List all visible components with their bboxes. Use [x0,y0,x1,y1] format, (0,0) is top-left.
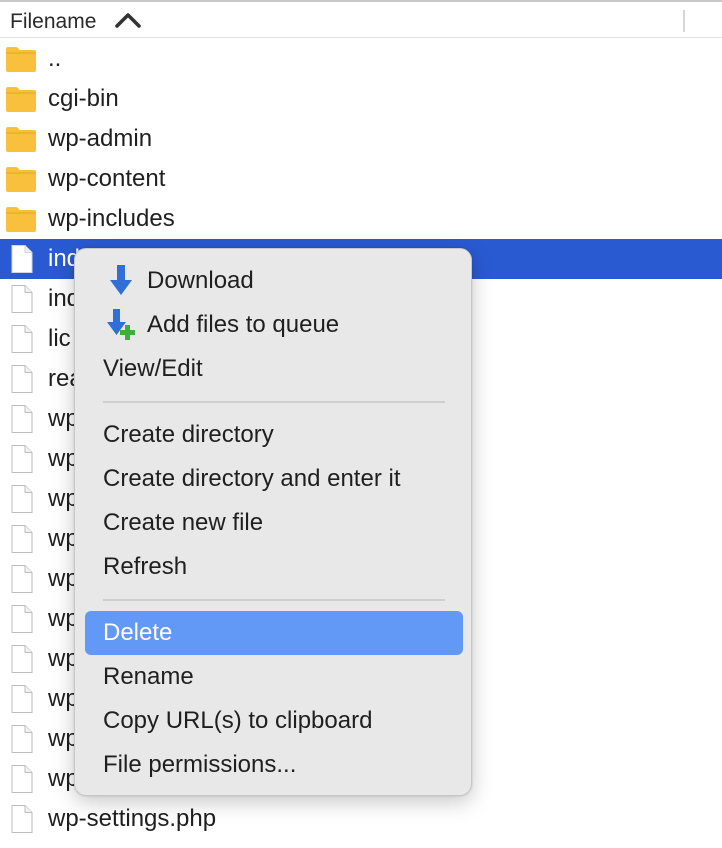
file-icon [11,765,33,793]
menu-item-create-directory-enter[interactable]: Create directory and enter it [85,457,463,501]
file-icon [11,605,33,633]
menu-item-label: Add files to queue [147,311,340,338]
menu-item-download[interactable]: Download [85,259,463,303]
file-icon [11,725,33,753]
folder-icon [6,207,36,232]
list-item[interactable]: wp-includes [0,199,722,239]
file-name: wp-settings.php [48,805,217,832]
menu-item-label: Create directory [103,421,274,448]
menu-item-label: Create directory and enter it [103,465,401,492]
column-resize-handle[interactable] [683,10,685,32]
menu-item-create-directory[interactable]: Create directory [85,413,463,457]
context-menu: Download Add files to queue View/Edit Cr… [74,248,472,796]
menu-item-label: Copy URL(s) to clipboard [103,707,373,734]
folder-icon [6,167,36,192]
file-name: wp-admin [48,125,153,152]
menu-item-refresh[interactable]: Refresh [85,545,463,589]
menu-item-label: View/Edit [103,355,203,382]
list-item[interactable]: .. [0,39,722,79]
file-name: cgi-bin [48,85,119,112]
menu-item-copy-url[interactable]: Copy URL(s) to clipboard [85,699,463,743]
file-icon [11,565,33,593]
menu-item-label: File permissions... [103,751,297,778]
list-item[interactable]: wp-admin [0,119,722,159]
menu-item-view-edit[interactable]: View/Edit [85,347,463,391]
menu-item-rename[interactable]: Rename [85,655,463,699]
list-item[interactable]: wp-settings.php [0,799,722,839]
menu-item-add-to-queue[interactable]: Add files to queue [85,303,463,347]
download-arrow-icon [110,265,132,295]
menu-item-label: Rename [103,663,194,690]
file-name: .. [48,45,62,72]
menu-separator [103,401,445,403]
add-to-queue-icon [107,309,135,340]
file-icon [11,445,33,473]
list-item[interactable]: cgi-bin [0,79,722,119]
file-icon [11,805,33,833]
menu-item-label: Download [147,267,254,294]
chevron-up-icon[interactable] [114,10,142,30]
folder-icon [6,47,36,72]
menu-item-label: Delete [103,619,173,646]
folder-icon [6,87,36,112]
file-name: wp-content [48,165,166,192]
file-icon [11,685,33,713]
menu-item-file-permissions[interactable]: File permissions... [85,743,463,787]
folder-icon [6,127,36,152]
menu-item-delete[interactable]: Delete [85,611,463,655]
filename-column-header[interactable]: Filename [10,10,96,34]
file-name: wp-includes [48,205,175,232]
file-icon [11,525,33,553]
file-name: lic [48,325,71,352]
list-item[interactable]: wp-content [0,159,722,199]
file-icon [11,365,33,393]
menu-item-label: Create new file [103,509,264,536]
file-icon [11,325,33,353]
file-icon [11,485,33,513]
file-icon [11,405,33,433]
menu-separator [103,599,445,601]
file-icon [11,645,33,673]
file-icon [11,245,33,273]
menu-item-create-new-file[interactable]: Create new file [85,501,463,545]
file-list-header: Filename [0,2,722,38]
file-icon [11,285,33,313]
menu-item-label: Refresh [103,553,188,580]
